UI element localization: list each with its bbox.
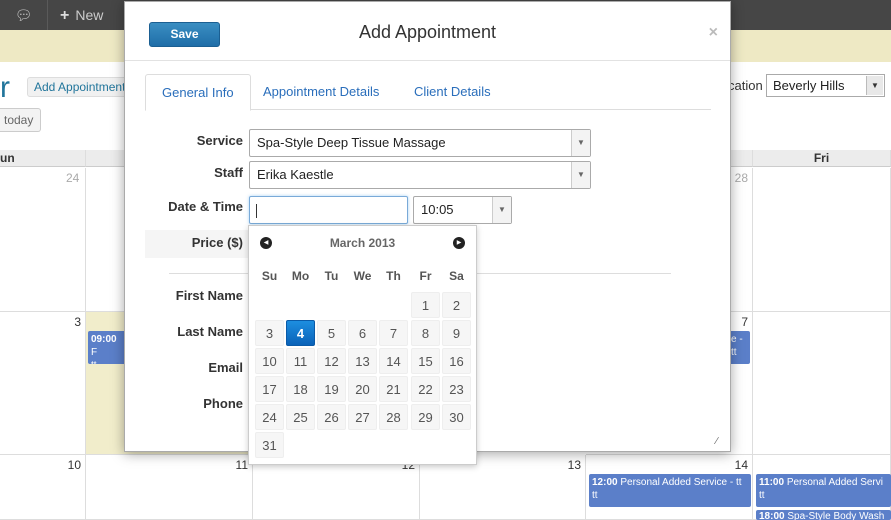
- day-cell[interactable]: [0, 168, 86, 312]
- location-label: cation: [728, 78, 763, 93]
- calendar-event[interactable]: e - tt: [728, 331, 750, 364]
- datepicker-day[interactable]: 8: [411, 320, 440, 346]
- tab-appointment-details[interactable]: Appointment Details: [247, 74, 395, 110]
- datepicker-day[interactable]: 12: [317, 348, 346, 374]
- datepicker-day[interactable]: 17: [255, 376, 284, 402]
- calendar-event[interactable]: 12:00 Personal Added Service - tt tt: [589, 474, 751, 507]
- datepicker-day[interactable]: 31: [255, 432, 284, 458]
- datepicker-day[interactable]: 20: [348, 376, 377, 402]
- tab-client-details[interactable]: Client Details: [398, 74, 507, 110]
- calendar-event[interactable]: 18:00 Spa-Style Body Wash: [756, 510, 891, 520]
- tab-general-info[interactable]: General Info: [145, 74, 251, 111]
- chevron-down-icon: ▼: [866, 76, 883, 95]
- datepicker-day[interactable]: 29: [411, 404, 440, 430]
- datepicker-day[interactable]: 11: [286, 348, 315, 374]
- datepicker-day[interactable]: 22: [411, 376, 440, 402]
- datepicker: ◀ March 2013 ▶ Su Mo Tu We Th Fr Sa 1234567891…: [248, 225, 477, 465]
- datepicker-day[interactable]: 26: [317, 404, 346, 430]
- time-select[interactable]: 10:05 ▼: [413, 196, 512, 224]
- divider: [125, 60, 730, 61]
- day-cell[interactable]: 10: [0, 455, 86, 520]
- weekday-header: Sa: [449, 269, 464, 283]
- header-friday: Fri: [753, 150, 891, 167]
- location-select[interactable]: Beverly Hills ▼: [766, 74, 885, 97]
- datepicker-day[interactable]: 23: [442, 376, 471, 402]
- plus-icon: +: [60, 7, 70, 24]
- datepicker-header: ◀ March 2013 ▶: [249, 226, 476, 260]
- service-select[interactable]: Spa-Style Deep Tissue Massage ▼: [249, 129, 591, 157]
- staff-label: Staff: [214, 165, 243, 180]
- today-button[interactable]: today: [0, 108, 41, 132]
- comments-button[interactable]: 💬︎: [0, 0, 48, 30]
- date-input[interactable]: [249, 196, 408, 224]
- datepicker-day[interactable]: 15: [411, 348, 440, 374]
- datepicker-day-selected[interactable]: 4: [286, 320, 315, 346]
- email-label: Email: [208, 360, 243, 375]
- datepicker-day[interactable]: 3: [255, 320, 284, 346]
- datepicker-day[interactable]: 30: [442, 404, 471, 430]
- page-title: r: [0, 71, 10, 104]
- weekday-header: Th: [386, 269, 401, 283]
- dialog-tabs: General Info Appointment Details Client …: [145, 74, 711, 111]
- price-label: Price ($): [191, 235, 243, 250]
- chevron-down-icon: ▼: [492, 197, 511, 223]
- calendar-event[interactable]: 11:00 Personal Added Servi tt: [756, 474, 891, 507]
- last-name-label: Last Name: [177, 324, 243, 339]
- datepicker-day[interactable]: 13: [348, 348, 377, 374]
- date-time-label: Date & Time: [168, 199, 243, 214]
- dialog-title: Add Appointment: [358, 22, 497, 42]
- weekday-header: We: [353, 269, 372, 283]
- calendar-event[interactable]: 09:00 F tt: [88, 331, 128, 364]
- comment-icon: 💬︎: [14, 7, 33, 23]
- weekday-header: Su: [261, 269, 278, 283]
- day-cell[interactable]: [753, 312, 891, 455]
- first-name-label: First Name: [175, 288, 243, 303]
- text-caret: [256, 204, 257, 218]
- chevron-down-icon: ▼: [571, 130, 590, 156]
- chevron-down-icon: ▼: [571, 162, 590, 188]
- weekday-header: Tu: [324, 269, 339, 283]
- datepicker-day[interactable]: 7: [379, 320, 408, 346]
- add-appointment-link[interactable]: Add Appointment: [27, 77, 133, 97]
- datepicker-day[interactable]: 21: [379, 376, 408, 402]
- datepicker-day[interactable]: 6: [348, 320, 377, 346]
- phone-label: Phone: [203, 396, 243, 411]
- datepicker-day[interactable]: 1: [411, 292, 440, 318]
- datepicker-day[interactable]: 10: [255, 348, 284, 374]
- day-cell[interactable]: 3: [0, 312, 86, 455]
- header-sunday: un: [0, 150, 86, 167]
- datepicker-day[interactable]: 9: [442, 320, 471, 346]
- datepicker-day[interactable]: 25: [286, 404, 315, 430]
- staff-select[interactable]: Erika Kaestle ▼: [249, 161, 591, 189]
- close-icon[interactable]: ×: [709, 24, 718, 42]
- service-label: Service: [196, 133, 243, 148]
- day-cell[interactable]: 11: [86, 455, 253, 520]
- next-month-icon[interactable]: ▶: [453, 237, 465, 249]
- datepicker-day[interactable]: 16: [442, 348, 471, 374]
- datepicker-day[interactable]: 5: [317, 320, 346, 346]
- weekday-header: Fr: [419, 269, 432, 283]
- datepicker-day[interactable]: 2: [442, 292, 471, 318]
- datepicker-day[interactable]: 28: [379, 404, 408, 430]
- datepicker-day[interactable]: 19: [317, 376, 346, 402]
- new-button[interactable]: + New: [48, 0, 128, 30]
- datepicker-day[interactable]: 18: [286, 376, 315, 402]
- datepicker-day[interactable]: 24: [255, 404, 284, 430]
- resize-handle-icon[interactable]: ∕: [716, 437, 726, 447]
- datepicker-month: March 2013: [329, 236, 396, 250]
- datepicker-day[interactable]: 14: [379, 348, 408, 374]
- datepicker-day[interactable]: 27: [348, 404, 377, 430]
- weekday-header: Mo: [291, 269, 310, 283]
- day-cell[interactable]: [753, 168, 891, 312]
